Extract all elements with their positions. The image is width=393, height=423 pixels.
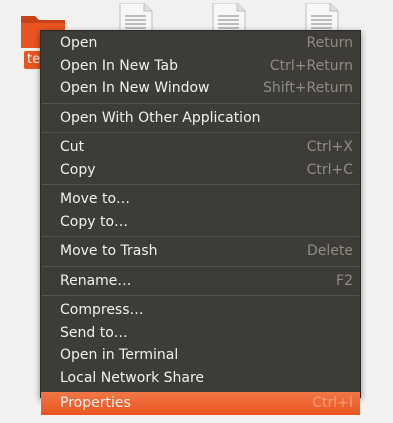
menu-item-label: Open [60, 35, 98, 51]
menu-separator [42, 233, 359, 237]
menu-item-open-in-terminal[interactable]: Open in Terminal [41, 344, 360, 367]
menu-item-shortcut: Shift+Return [262, 80, 353, 96]
menu-item-label: Move to Trash [60, 243, 158, 259]
menu-item-copy-to[interactable]: Copy to… [41, 211, 360, 234]
menu-separator [42, 181, 359, 185]
menu-item-move-to[interactable]: Move to… [41, 188, 360, 211]
menu-item-shortcut: Delete [307, 243, 353, 259]
menu-item-label: Copy to… [60, 213, 129, 230]
context-menu: Open Return Open In New Tab Ctrl+Return Open… [40, 30, 361, 415]
menu-item-shortcut: Ctrl+Return [269, 57, 353, 74]
menu-item-move-to-trash[interactable]: Move to Trash Delete [41, 240, 360, 263]
menu-item-label: Move to… [60, 191, 131, 207]
menu-item-shortcut: F2 [336, 272, 353, 289]
menu-item-label: Compress… [60, 302, 144, 318]
menu-item-label: Send to… [60, 324, 128, 341]
menu-item-label: Properties [60, 395, 131, 411]
menu-item-properties[interactable]: Properties Ctrl+I [41, 392, 360, 415]
menu-separator [42, 100, 359, 104]
menu-separator [42, 129, 359, 133]
menu-item-label: Local Network Share [60, 369, 205, 386]
menu-item-label: Open in Terminal [60, 347, 179, 363]
menu-item-label: Copy [60, 161, 96, 178]
menu-item-copy[interactable]: Copy Ctrl+C [41, 159, 360, 182]
menu-item-open-in-new-window[interactable]: Open In New Window Shift+Return [41, 77, 360, 100]
menu-item-send-to[interactable]: Send to… [41, 322, 360, 345]
menu-item-shortcut: Ctrl+C [306, 161, 353, 178]
menu-item-shortcut: Ctrl+I [312, 395, 353, 411]
menu-item-open-in-new-tab[interactable]: Open In New Tab Ctrl+Return [41, 55, 360, 78]
menu-item-label: Cut [60, 139, 85, 155]
menu-item-label: Open With Other Application [60, 109, 261, 126]
menu-item-cut[interactable]: Cut Ctrl+X [41, 136, 360, 159]
menu-item-local-network-share[interactable]: Local Network Share [41, 367, 360, 390]
menu-item-rename[interactable]: Rename… F2 [41, 270, 360, 293]
menu-item-shortcut: Return [306, 35, 353, 51]
menu-item-label: Rename… [60, 272, 132, 289]
menu-item-open-with-other-application[interactable]: Open With Other Application [41, 107, 360, 130]
menu-item-shortcut: Ctrl+X [306, 139, 353, 155]
menu-item-open[interactable]: Open Return [41, 32, 360, 55]
menu-separator [42, 263, 359, 267]
menu-item-compress[interactable]: Compress… [41, 299, 360, 322]
menu-item-label: Open In New Window [60, 80, 210, 96]
menu-separator [42, 292, 359, 296]
menu-item-label: Open In New Tab [60, 57, 178, 74]
